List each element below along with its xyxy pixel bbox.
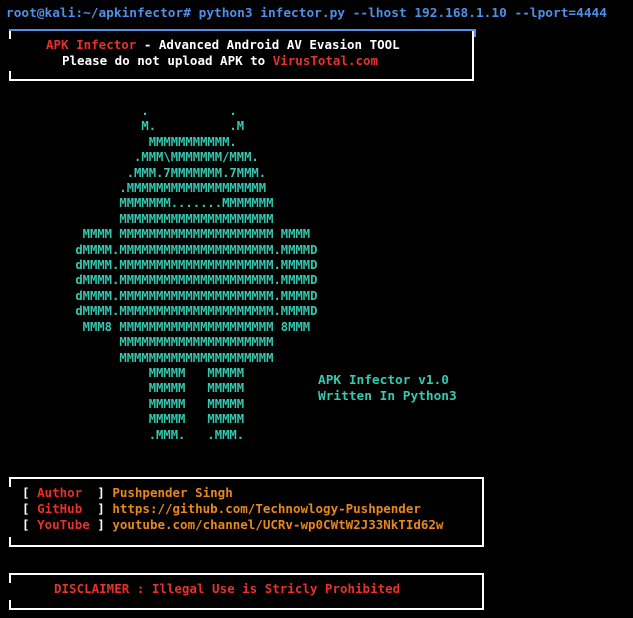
- disclaimer-text: DISCLAIMER : Illegal Use is Stricly Proh…: [54, 581, 401, 596]
- tool-name: APK Infector: [46, 37, 137, 52]
- credit-row: [ Author ] Pushpender Singh: [22, 485, 233, 500]
- banner-title-line: APK Infector - Advanced Android AV Evasi…: [46, 37, 400, 53]
- credit-value: youtube.com/channel/UCRv-wp0CWtW2J33NkTI…: [112, 517, 444, 532]
- tool-description: - Advanced Android AV Evasion TOOL: [136, 37, 400, 52]
- android-ascii-art: . . M. .M MMMMMMMMMMM. .MMM\MMMMMMM/MMM.…: [75, 104, 318, 442]
- version-label: APK Infector v1.0: [318, 373, 449, 388]
- warning-text: Please do not upload APK to: [62, 53, 273, 68]
- credit-row: [ GitHub ] https://github.com/Technowlog…: [22, 501, 421, 516]
- command-prompt-line: root@kali:~/apkinfector# python3 infecto…: [6, 6, 607, 21]
- credit-row: [ YouTube ] youtube.com/channel/UCRv-wp0…: [22, 517, 444, 532]
- credit-label: Author: [37, 485, 90, 500]
- banner-warning-line: Please do not upload APK to VirusTotal.c…: [62, 53, 378, 69]
- credit-label: GitHub: [37, 501, 90, 516]
- credit-label: YouTube: [37, 517, 90, 532]
- virustotal-link-text: VirusTotal.com: [272, 53, 379, 68]
- credit-value: https://github.com/Technowlogy-Pushpende…: [112, 501, 421, 516]
- written-in-label: Written In Python3: [318, 389, 457, 404]
- credit-value: Pushpender Singh: [112, 485, 233, 500]
